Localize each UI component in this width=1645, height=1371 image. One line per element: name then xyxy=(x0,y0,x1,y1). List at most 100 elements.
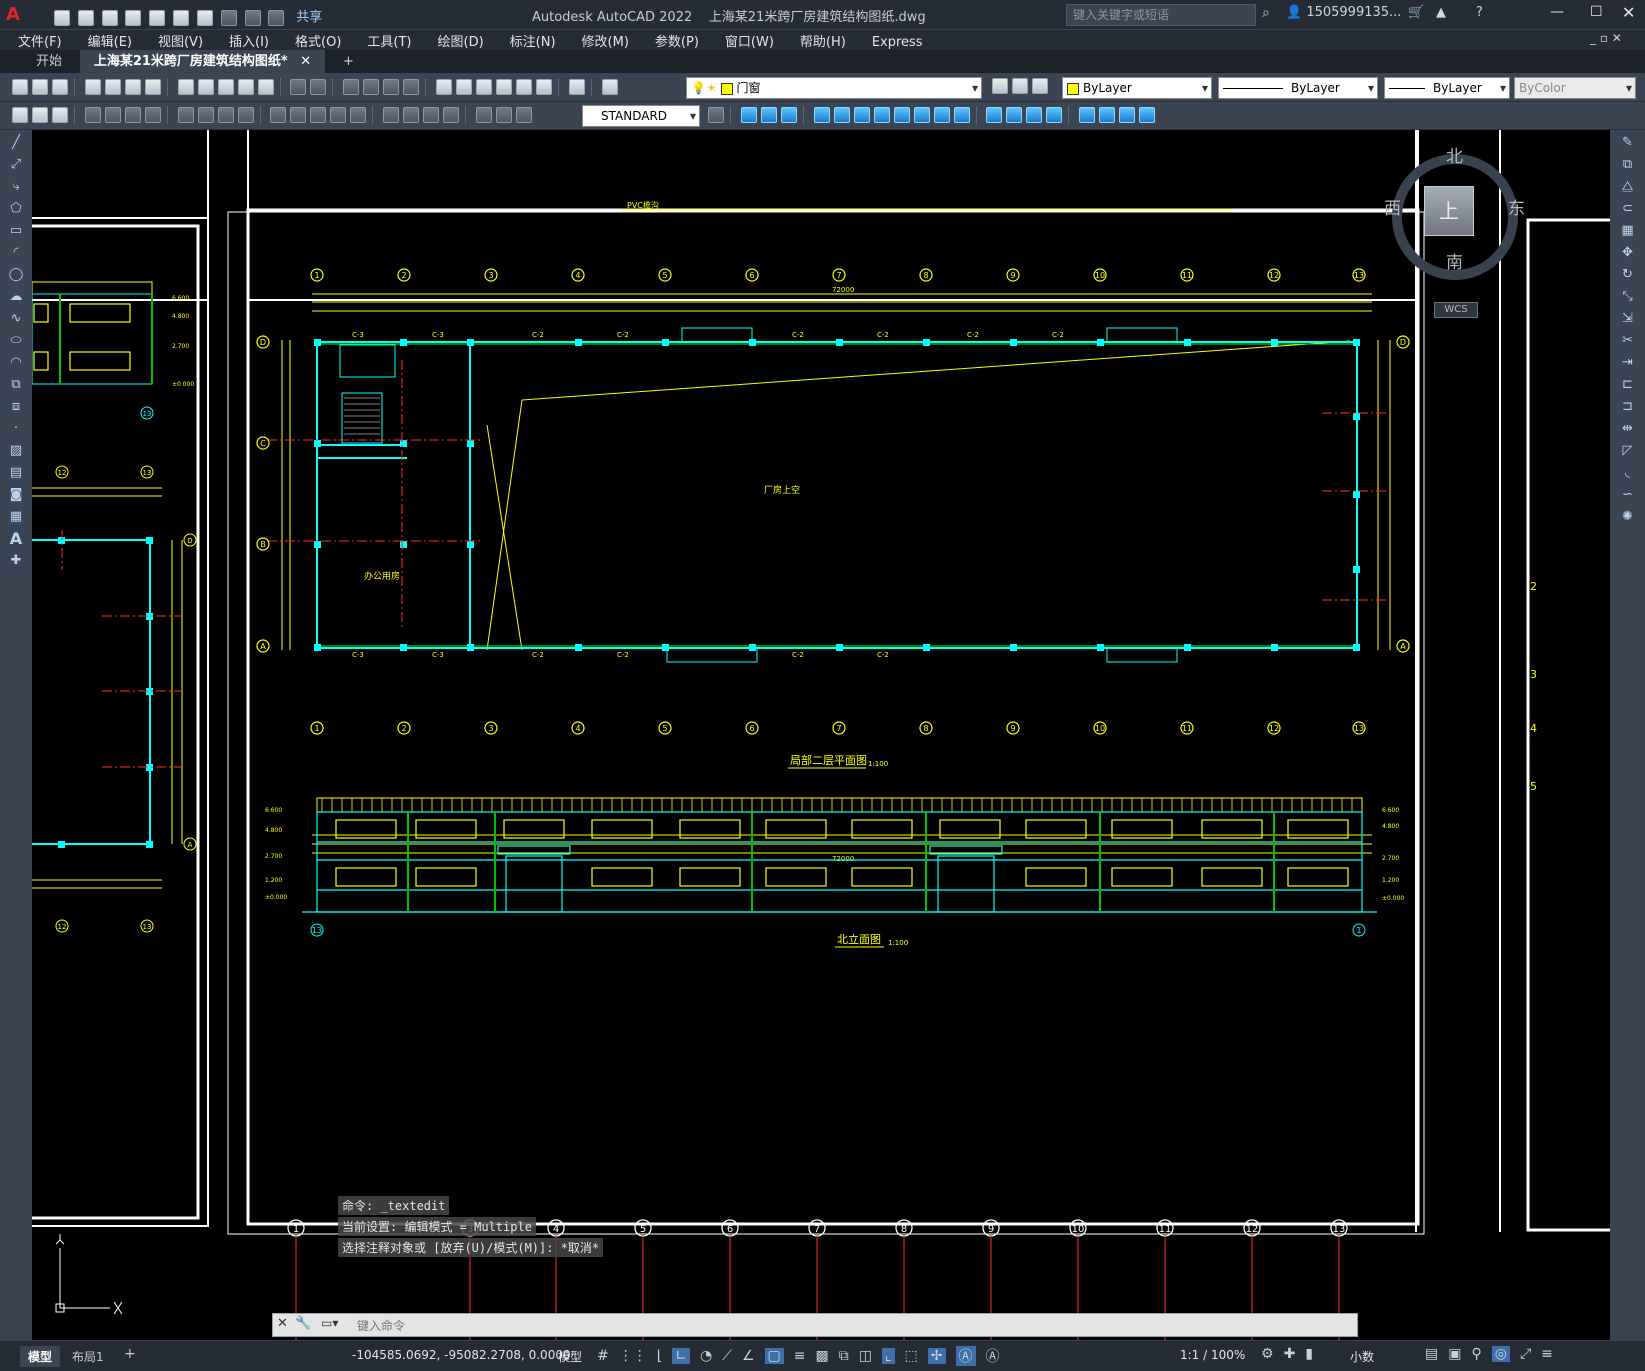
design-center-icon[interactable] xyxy=(456,79,473,95)
copy-icon[interactable] xyxy=(197,79,214,95)
doc-window-controls[interactable]: _ ▫ ✕ xyxy=(1590,31,1622,45)
preview-icon[interactable] xyxy=(104,79,121,95)
osnap-icon[interactable]: ▢ xyxy=(764,1348,784,1364)
menu-item[interactable]: 绘图(D) xyxy=(438,35,484,50)
join-icon[interactable]: ⇹ xyxy=(1618,420,1638,438)
grid-icon[interactable]: # xyxy=(597,1348,609,1364)
visual-style-hidden-icon[interactable] xyxy=(1026,107,1043,123)
coordinates-display[interactable]: -104585.0692, -95082.2708, 0.0000 xyxy=(352,1348,571,1362)
command-recent-icon[interactable]: ▭▾ xyxy=(321,1316,338,1330)
tab-drawing[interactable]: 上海某21米跨厂房建筑结构图纸* ✕ xyxy=(79,50,326,74)
dim-style-icon[interactable] xyxy=(708,107,724,123)
menu-item[interactable]: 窗口(W) xyxy=(725,35,774,50)
search-input[interactable]: 键入关键字或短语 xyxy=(1066,4,1256,26)
paste-icon[interactable] xyxy=(217,79,234,95)
menu-item[interactable]: 插入(I) xyxy=(229,35,269,50)
save-web-icon[interactable] xyxy=(173,9,190,26)
tolerance-icon[interactable] xyxy=(383,107,400,123)
tab-close-icon[interactable]: ✕ xyxy=(300,54,311,69)
ucs-face-icon[interactable] xyxy=(873,107,890,123)
command-input[interactable]: 键入命令 xyxy=(357,1317,405,1334)
wcs-menu[interactable]: WCS xyxy=(1434,302,1478,318)
scale-icon[interactable]: ⤡ xyxy=(1618,288,1638,306)
pan-icon[interactable] xyxy=(343,79,360,95)
polar-icon[interactable]: ◔ xyxy=(700,1348,712,1364)
linetype-dropdown[interactable]: ByLayer xyxy=(1218,77,1378,99)
inspection-icon[interactable] xyxy=(423,107,440,123)
revision-cloud-icon[interactable]: ☁ xyxy=(6,288,26,306)
search-icon[interactable]: ⌕ xyxy=(1262,5,1270,21)
region-icon[interactable]: ◙ xyxy=(6,486,26,504)
menu-item[interactable]: 格式(O) xyxy=(295,35,341,50)
cut-icon[interactable] xyxy=(177,79,194,95)
ortho-icon[interactable]: ∟ xyxy=(672,1348,690,1364)
add-layout-button[interactable]: + xyxy=(124,1346,136,1362)
layer-properties-icon[interactable] xyxy=(601,79,618,95)
visual-style-2d-icon[interactable] xyxy=(986,107,1003,123)
dim-edit-icon[interactable] xyxy=(476,107,493,123)
ellipse-icon[interactable]: ⬭ xyxy=(6,332,26,350)
layer-state-icon[interactable] xyxy=(1032,78,1048,94)
gradient-icon[interactable]: ▤ xyxy=(6,464,26,482)
dim-break-icon[interactable] xyxy=(350,107,367,123)
selection-filter-icon[interactable]: ⬚ xyxy=(905,1348,918,1364)
isolate-objects-icon[interactable]: ⚲ xyxy=(1471,1346,1481,1362)
help-icon[interactable] xyxy=(568,79,585,95)
mirror-icon[interactable]: ⧋ xyxy=(1618,178,1638,196)
text-front-icon[interactable] xyxy=(32,107,48,123)
open-icon[interactable] xyxy=(77,9,94,26)
jogged-linear-icon[interactable] xyxy=(443,107,460,123)
arc-length-icon[interactable] xyxy=(124,107,141,123)
visual-style-real-icon[interactable] xyxy=(1046,107,1063,123)
dim-update-icon[interactable] xyxy=(516,107,533,123)
redo-icon[interactable] xyxy=(244,9,261,26)
lineweight-icon[interactable]: ≡ xyxy=(794,1348,806,1364)
menu-item[interactable]: 工具(T) xyxy=(367,35,411,50)
color-dropdown[interactable]: ByLayer xyxy=(1062,77,1212,99)
angular-dim-icon[interactable] xyxy=(237,107,254,123)
linear-dim-icon[interactable] xyxy=(84,107,101,123)
workspace-gear-icon[interactable]: ⚙ xyxy=(1261,1346,1274,1362)
plot-icon[interactable] xyxy=(84,79,101,95)
close-button[interactable]: ✕ xyxy=(1622,3,1635,22)
sheet-set-icon[interactable] xyxy=(496,79,513,95)
dim-text-edit-icon[interactable] xyxy=(496,107,513,123)
save-as-icon[interactable] xyxy=(125,9,142,26)
menu-item[interactable]: 参数(P) xyxy=(655,35,699,50)
layer-previous-icon[interactable] xyxy=(1012,78,1028,94)
extend-icon[interactable]: ⇥ xyxy=(1618,354,1638,372)
open-icon[interactable] xyxy=(32,79,48,95)
menu-item[interactable]: Express xyxy=(872,35,923,50)
box-icon[interactable] xyxy=(1079,107,1096,123)
visual-style-3d-icon[interactable] xyxy=(1006,107,1023,123)
rectangle-icon[interactable]: ▭ xyxy=(6,222,26,240)
ordinate-dim-icon[interactable] xyxy=(144,107,161,123)
user-account[interactable]: 👤 1505999135... xyxy=(1286,5,1401,20)
view-left-icon[interactable] xyxy=(780,107,797,123)
dim-space-icon[interactable] xyxy=(330,107,347,123)
diameter-dim-icon[interactable] xyxy=(217,107,234,123)
quick-dim-icon[interactable] xyxy=(270,107,287,123)
ucs-previous-icon[interactable] xyxy=(853,107,870,123)
share-button[interactable]: 共享 xyxy=(296,10,322,25)
menu-item[interactable]: 文件(F) xyxy=(18,35,62,50)
baseline-dim-icon[interactable] xyxy=(290,107,307,123)
annotation-visibility-icon[interactable]: Ⓐ xyxy=(955,1346,976,1366)
units-dropdown[interactable]: 小数 xyxy=(1350,1348,1374,1365)
draw-order-icon[interactable] xyxy=(12,107,28,123)
break-icon[interactable]: ⊐ xyxy=(1618,398,1638,416)
dimstyle-dropdown[interactable]: STANDARD xyxy=(582,105,700,127)
plotstyle-dropdown[interactable]: ByColor xyxy=(1514,77,1636,99)
clean-screen-icon[interactable]: ⤢ xyxy=(1520,1346,1531,1362)
move-icon[interactable]: ✥ xyxy=(1618,244,1638,262)
line-icon[interactable]: ╱ xyxy=(6,134,26,152)
point-icon[interactable]: · xyxy=(6,420,26,438)
menu-item[interactable]: 标注(N) xyxy=(510,35,556,50)
autocad-logo-icon[interactable]: A xyxy=(6,4,28,26)
aligned-dim-icon[interactable] xyxy=(104,107,121,123)
hardware-acceleration-icon[interactable]: ◎ xyxy=(1491,1346,1510,1362)
insert-block-icon[interactable]: ⧉ xyxy=(6,376,26,394)
erase-icon[interactable]: ✎ xyxy=(1618,134,1638,152)
osnap-tracking-icon[interactable]: ∠ xyxy=(742,1348,755,1364)
calculator-icon[interactable] xyxy=(536,79,553,95)
